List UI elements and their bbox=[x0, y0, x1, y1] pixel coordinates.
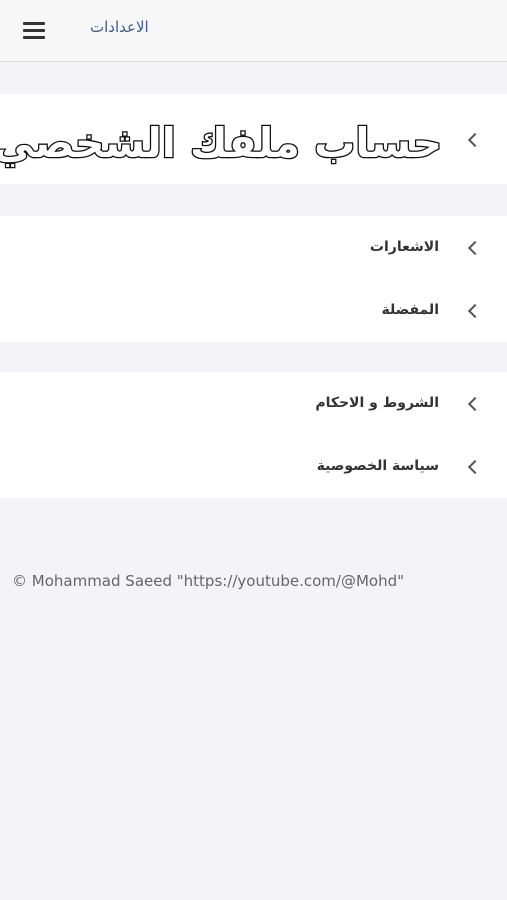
hamburger-menu-icon[interactable] bbox=[16, 16, 52, 44]
privacy-policy-label: سياسة الخصوصية bbox=[316, 458, 439, 474]
settings-group-1: الاشعارات المفضلة bbox=[0, 216, 507, 342]
terms-row[interactable]: الشروط و الاحكام bbox=[0, 372, 507, 435]
chevron-left-icon bbox=[467, 459, 483, 475]
chevron-left-icon bbox=[467, 240, 483, 256]
notifications-label: الاشعارات bbox=[369, 239, 439, 255]
copyright-footer: © Mohammad Saeed "https://youtube.com/@M… bbox=[12, 572, 405, 590]
favorites-row[interactable]: المفضلة bbox=[0, 279, 507, 342]
terms-label: الشروط و الاحكام bbox=[315, 395, 439, 411]
favorites-label: المفضلة bbox=[381, 302, 439, 318]
notifications-row[interactable]: الاشعارات bbox=[0, 216, 507, 279]
chevron-left-icon bbox=[467, 132, 483, 148]
profile-account-label: حساب ملفك الشخصي bbox=[0, 118, 442, 169]
chevron-left-icon bbox=[467, 303, 483, 319]
page-title: الاعدادات bbox=[90, 18, 149, 36]
app-header: الاعدادات bbox=[0, 0, 507, 62]
chevron-left-icon bbox=[467, 396, 483, 412]
privacy-policy-row[interactable]: سياسة الخصوصية bbox=[0, 435, 507, 498]
settings-group-2: الشروط و الاحكام سياسة الخصوصية bbox=[0, 372, 507, 498]
